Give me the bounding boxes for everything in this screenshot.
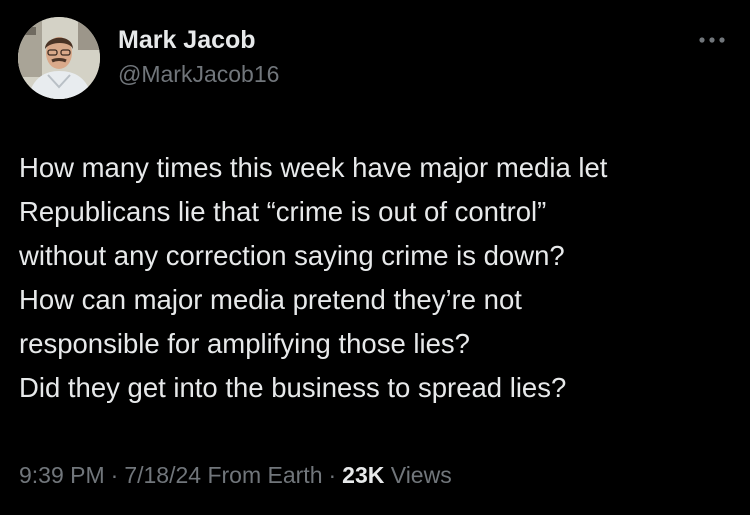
tweet-text-line: without any correction saying crime is d… (19, 240, 565, 271)
more-options-button[interactable] (694, 28, 730, 52)
tweet-time: 9:39 PM (19, 462, 105, 488)
tweet-text-line: How can major media pretend they’re not (19, 284, 522, 315)
views-count: 23K (342, 462, 385, 488)
tweet-text-line: How many times this week have major medi… (19, 152, 608, 183)
meta-separator: · (110, 462, 119, 488)
tweet-text-line: responsible for amplifying those lies? (19, 328, 470, 359)
tweet-date: 7/18/24 (124, 462, 202, 488)
tweet-timestamp-link[interactable]: 9:39 PM · 7/18/24 (19, 462, 201, 488)
avatar-photo (18, 17, 100, 99)
meta-separator: · (328, 462, 337, 488)
author-handle[interactable]: @MarkJacob16 (118, 60, 279, 88)
tweet-metadata: 9:39 PM · 7/18/24 From Earth · 23K Views (19, 459, 452, 491)
avatar[interactable] (18, 17, 100, 99)
views-label: Views (390, 462, 452, 488)
tweet-card: Mark Jacob @MarkJacob16 How many times t… (0, 0, 750, 515)
author-display-name[interactable]: Mark Jacob (118, 25, 256, 55)
tweet-source: From Earth (207, 462, 323, 488)
tweet-text-line: Did they get into the business to spread… (19, 372, 567, 403)
views-link[interactable]: 23K Views (342, 462, 452, 488)
more-horizontal-icon (699, 37, 725, 43)
tweet-text-line: Republicans lie that “crime is out of co… (19, 196, 547, 227)
tweet-text: How many times this week have major medi… (19, 146, 731, 410)
